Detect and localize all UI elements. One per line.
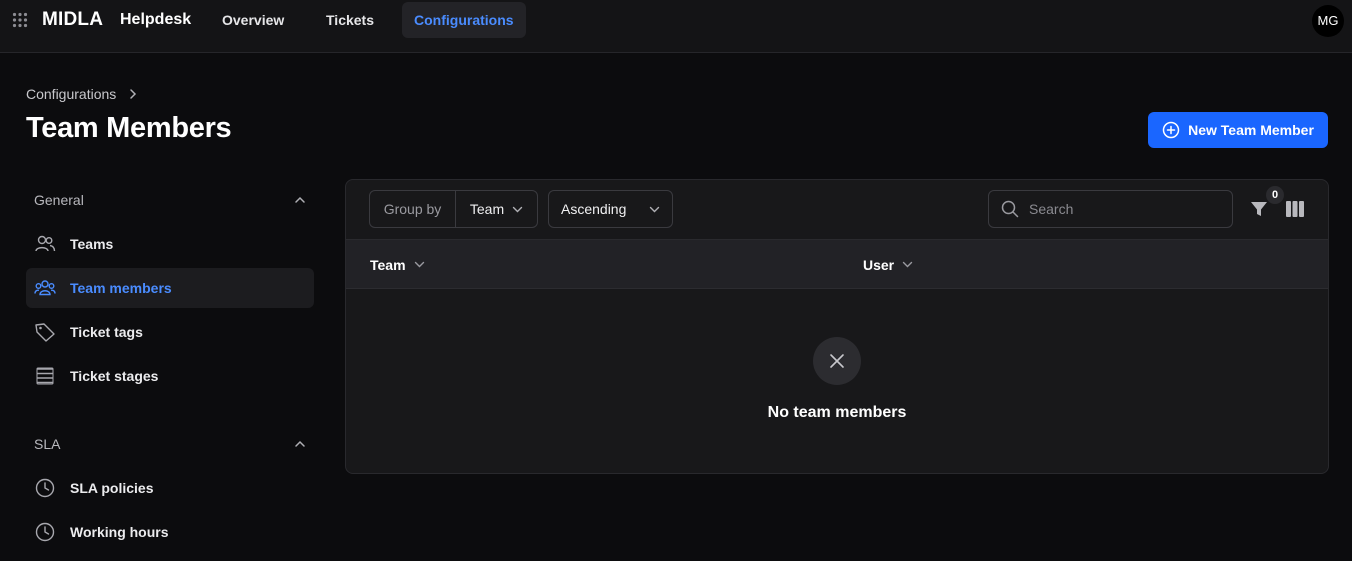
plus-circle-icon [1162,121,1180,139]
new-team-member-label: New Team Member [1188,122,1314,138]
sidebar-item-label: Ticket tags [70,324,143,340]
chevron-right-icon [130,89,137,99]
table-header: Team User [346,240,1328,289]
group-by-label: Group by [370,191,456,227]
app-name: Helpdesk [120,11,192,28]
sidebar-item-label: Ticket stages [70,368,159,384]
sidebar-item-label: SLA policies [70,480,154,496]
chevron-up-icon [295,440,305,447]
group-by-select[interactable]: Team [456,191,537,227]
new-team-member-button[interactable]: New Team Member [1148,112,1328,148]
tab-configurations[interactable]: Configurations [402,2,526,38]
sidebar-item-sla-policies[interactable]: SLA policies [26,468,314,508]
empty-state-message: No team members [767,404,907,421]
brand-logo[interactable]: MIDLA [42,9,103,31]
sidebar-item-team-members[interactable]: Team members [26,268,314,308]
user-avatar[interactable]: MG [1312,5,1344,37]
breadcrumb-configurations[interactable]: Configurations [26,86,116,102]
sidebar-section-sla: SLA [26,431,314,457]
sidebar-section-header[interactable]: General [26,187,314,213]
sidebar-section-general: General [26,187,314,213]
sort-order-value: Ascending [561,201,627,217]
column-header-label: User [863,256,895,273]
breadcrumb: Configurations [26,86,138,102]
search-icon [1001,200,1019,218]
columns-icon[interactable] [1285,200,1305,218]
clock-icon [35,522,55,542]
chevron-down-icon [414,261,424,268]
tab-tickets[interactable]: Tickets [314,2,386,38]
page-title: Team Members [26,112,232,144]
search-input[interactable] [1029,201,1219,217]
team-members-icon [34,280,56,296]
sidebar-item-ticket-stages[interactable]: Ticket stages [26,356,314,396]
sort-order-select[interactable]: Ascending [548,190,673,228]
chevron-down-icon [512,206,523,212]
app-grid-icon[interactable] [12,12,28,28]
chevron-down-icon [649,206,660,212]
users-icon [35,235,56,252]
sidebar-item-working-hours[interactable]: Working hours [26,512,314,552]
filter-count-badge: 0 [1266,186,1284,204]
sidebar-item-ticket-tags[interactable]: Ticket tags [26,312,314,352]
filter-icon[interactable] [1249,199,1269,219]
group-by-control: Group by Team [369,190,538,228]
group-by-value: Team [469,201,505,217]
close-icon [830,354,844,368]
sidebar-section-header[interactable]: SLA [26,431,314,457]
column-header-label: Team [370,256,406,273]
clock-icon [35,478,55,498]
tag-icon [35,323,55,342]
table-toolbar: Group by Team Ascending 0 [346,180,1328,240]
tab-overview[interactable]: Overview [210,2,296,38]
sidebar-item-label: Teams [70,236,114,252]
sidebar-item-label: Team members [70,280,172,296]
chevron-down-icon [902,261,913,268]
sidebar-section-title: SLA [34,436,61,452]
sidebar-item-teams[interactable]: Teams [26,224,314,264]
column-header-team[interactable]: Team [370,240,425,289]
column-header-user[interactable]: User [863,240,913,289]
sidebar-section-title: General [34,192,84,208]
chevron-up-icon [295,196,305,203]
sidebar-item-label: Working hours [70,524,169,540]
empty-state-icon [813,337,861,385]
top-navigation-bar: MIDLA Helpdesk Overview Tickets Configur… [0,0,1352,53]
team-members-panel: Group by Team Ascending 0 [345,179,1329,474]
search-box [988,190,1233,228]
stages-icon [36,367,54,385]
